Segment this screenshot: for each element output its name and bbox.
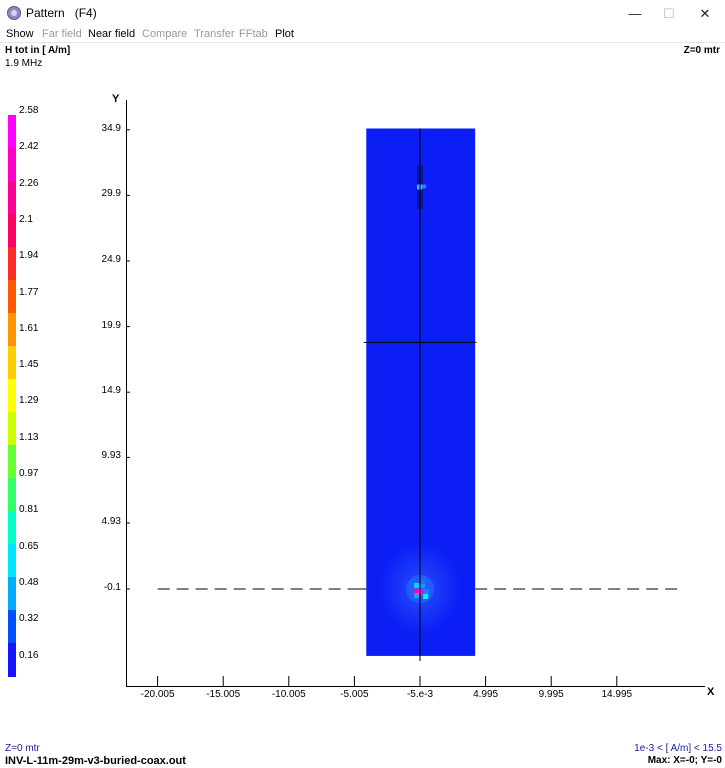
hotspot-pixel	[422, 184, 427, 189]
y-tick-label: 24.9	[101, 254, 121, 265]
hotspot-pixel	[423, 594, 429, 599]
y-tick-label: 34.9	[101, 122, 121, 134]
y-tick-label: 4.93	[101, 516, 121, 527]
hotspot-pixel	[424, 589, 430, 594]
hotspot-pixel	[414, 593, 420, 598]
x-tick-label: 4.995	[473, 689, 499, 700]
hotspot-pixel	[414, 583, 420, 588]
field-layer	[366, 128, 476, 656]
y-tick-label: 29.9	[101, 188, 121, 200]
footer-range: 1e-3 < [ A/m] < 15.5	[634, 743, 722, 754]
x-axis-label: X	[707, 686, 715, 698]
footer-file-name: INV-L-11m-29m-v3-buried-coax.out	[5, 755, 186, 767]
x-tick-label: -15.005	[206, 689, 241, 700]
x-tick-label: 9.995	[538, 689, 564, 700]
y-tick-label: 9.93	[101, 450, 121, 462]
footer-z-plane: Z=0 mtr	[5, 743, 40, 754]
y-tick-label: -0.1	[103, 582, 121, 593]
hotspot-pixel	[420, 579, 426, 584]
x-tick-label: -10.005	[271, 689, 306, 700]
y-tick-label: 14.9	[101, 385, 121, 397]
x-tick-label: 14.995	[601, 689, 633, 700]
x-tick-label: -5.005	[340, 689, 369, 700]
footer-max: Max: X=-0; Y=-0	[647, 755, 722, 766]
x-tick-label: -5.e-3	[406, 689, 434, 700]
wire-layer	[157, 128, 683, 662]
y-axis-label: Y	[112, 93, 120, 105]
y-tick-label: 19.9	[101, 319, 121, 331]
x-tick-label: -20.005	[140, 689, 175, 700]
near-field-plot	[126, 100, 705, 687]
